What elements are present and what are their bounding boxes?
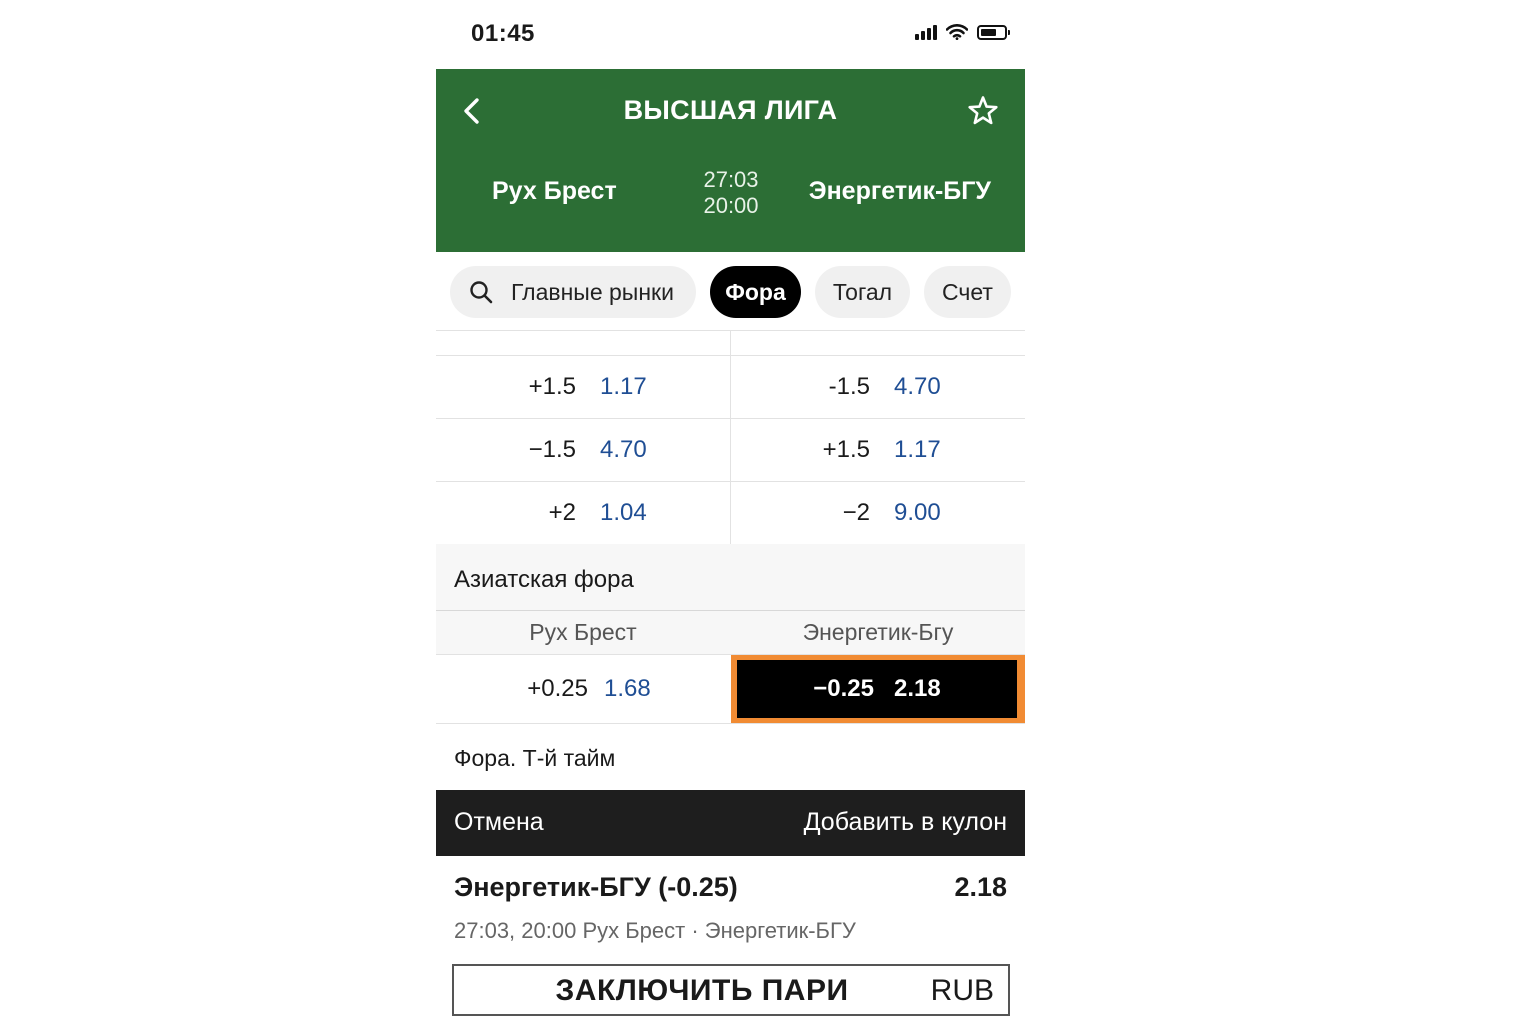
bet-action-bar: Отмена Добавить в кулон [436, 790, 1025, 856]
odds-value: 4.70 [600, 436, 647, 463]
tab-label: Счет [942, 278, 993, 305]
asian-handicap-header[interactable]: Азиатская фора [436, 544, 1025, 610]
handicap-value: −2 [842, 499, 870, 526]
handicap-value: +2 [548, 499, 576, 526]
odds-value: 1.17 [600, 373, 647, 400]
league-title: ВЫСШАЯ ЛИГА [623, 95, 838, 125]
tab-total[interactable]: Тогал [815, 266, 910, 318]
tab-main-markets[interactable]: Главные рынки [450, 266, 696, 318]
match-time: 20:00 [703, 193, 759, 218]
odds-value: 2.18 [894, 675, 941, 702]
odds-cell-away[interactable]: −2 9.00 [731, 482, 1025, 544]
currency-label: RUB [930, 974, 994, 1007]
status-time: 01:45 [471, 20, 535, 47]
place-bet-button[interactable]: ЗАКЛЮЧИТЬ ПАРИ RUB [452, 964, 1010, 1016]
market-tabs: Главные рынки Фора Тогал Счет [450, 266, 1011, 318]
handicap-value: +1.5 [822, 436, 870, 463]
odds-cell-home[interactable]: +0.25 1.68 [436, 655, 730, 723]
handicap-value: -1.5 [828, 373, 870, 400]
star-icon [968, 96, 998, 125]
add-to-coupon-button[interactable]: Добавить в кулон [804, 808, 1007, 837]
favorite-button[interactable] [963, 91, 1003, 131]
handicap-row: +2 1.04 −2 9.00 [436, 482, 1025, 544]
handicap-value: +0.25 [527, 675, 588, 702]
place-bet-label: ЗАКЛЮЧИТЬ ПАРИ [555, 974, 849, 1007]
column-header-home: Рух Брест [529, 619, 637, 645]
divider [436, 723, 1025, 724]
home-team-name: Рух Брест [492, 177, 617, 205]
away-team-name: Энергетик-БГУ [808, 177, 991, 205]
search-icon [469, 280, 493, 304]
handicap-row: −1.5 4.70 +1.5 1.17 [436, 419, 1025, 481]
selected-odds-inner: −0.25 2.18 [737, 660, 1017, 718]
match-date: 27:03 [703, 167, 759, 192]
bet-event-details: 27:03, 20:00 Рух Брест · Энергетик-БГУ [454, 918, 856, 943]
odds-cell-away[interactable]: -1.5 4.70 [731, 356, 1025, 418]
match-datetime: 27:03 20:00 [691, 167, 771, 219]
bet-selection-title: Энергетик-БГУ (-0.25) [454, 872, 738, 902]
tab-label: Фора [725, 278, 786, 305]
phone-screen: 01:45 ВЫСШАЯ ЛИГА Рух Брест 27:03 20:00 … [436, 0, 1025, 1024]
odds-cell-home[interactable]: +2 1.04 [436, 482, 730, 544]
odds-value: 4.70 [894, 373, 941, 400]
bet-selection-odds: 2.18 [954, 872, 1007, 902]
cancel-button[interactable]: Отмена [454, 808, 544, 837]
wifi-icon [946, 24, 968, 40]
handicap-value: −0.25 [813, 675, 874, 702]
odds-value: 1.17 [894, 436, 941, 463]
handicap-value: +1.5 [528, 373, 576, 400]
tab-score[interactable]: Счет [924, 266, 1011, 318]
handicap-row: +1.5 1.17 -1.5 4.70 [436, 356, 1025, 418]
odds-value: 9.00 [894, 499, 941, 526]
first-half-handicap-header[interactable]: Фора. Т-й тайм [454, 745, 615, 772]
tab-label: Тогал [832, 278, 893, 305]
tab-handicap[interactable]: Фора [710, 266, 801, 318]
handicap-value: −1.5 [528, 436, 576, 463]
odds-value: 1.68 [604, 675, 651, 702]
status-icons [915, 24, 1010, 40]
odds-value: 1.04 [600, 499, 647, 526]
column-header-away: Энергетик-Бгу [802, 619, 954, 645]
tab-label: Главные рынки [511, 278, 674, 305]
asian-column-headers: Рух Брест Энергетик-Бгу [436, 611, 1025, 654]
odds-cell-home[interactable]: −1.5 4.70 [436, 419, 730, 481]
match-header: ВЫСШАЯ ЛИГА Рух Брест 27:03 20:00 Энерге… [436, 69, 1025, 252]
odds-cell-home[interactable]: +1.5 1.17 [436, 356, 730, 418]
selected-odds-cell[interactable]: −0.25 2.18 [731, 655, 1025, 723]
battery-icon [977, 24, 1010, 40]
status-bar: 01:45 [436, 0, 1025, 68]
cellular-signal-icon [915, 24, 937, 40]
odds-cell-away[interactable]: +1.5 1.17 [731, 419, 1025, 481]
section-title: Азиатская фора [454, 566, 634, 593]
